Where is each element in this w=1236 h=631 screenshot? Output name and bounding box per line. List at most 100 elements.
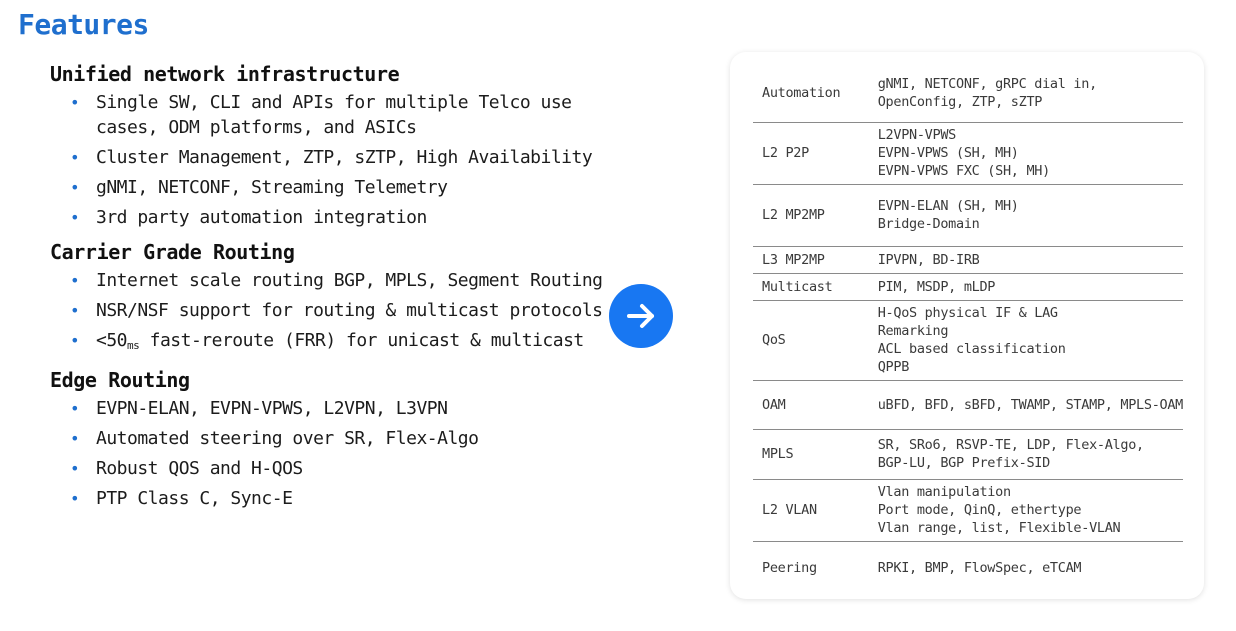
table-row: QoS H-QoS physical IF & LAG Remarking AC…	[753, 300, 1183, 381]
bullet-text: gNMI, NETCONF, Streaming Telemetry	[96, 177, 448, 198]
detail-line: Port mode, QinQ, ethertype	[877, 502, 1082, 518]
bullet-text-after: fast-reroute (FRR) for unicast & multica…	[139, 330, 585, 351]
table-row: L3 MP2MP IPVPN, BD-IRB	[753, 246, 1183, 274]
section-edge-routing: Edge Routing • EVPN-ELAN, EVPN-VPWS, L2VP…	[50, 368, 610, 511]
list-item: • 3rd party automation integration	[68, 205, 610, 230]
arrow-right-button[interactable]	[609, 284, 673, 348]
table-cell-detail: SR, SRo6, RSVP-TE, LDP, Flex-Algo, BGP-L…	[869, 429, 1183, 480]
table-cell-category: Multicast	[753, 273, 870, 301]
bullet-text: Internet scale routing BGP, MPLS, Segmen…	[96, 270, 603, 291]
list-item: • Internet scale routing BGP, MPLS, Segme…	[68, 268, 610, 293]
table-cell-detail: gNMI, NETCONF, gRPC dial in, OpenConfig,…	[869, 64, 1183, 123]
detail-line: Vlan range, list, Flexible-VLAN	[877, 520, 1121, 536]
section-carrier-grade-routing: Carrier Grade Routing • Internet scale ro…	[50, 240, 610, 358]
table-cell-category: L2 MP2MP	[753, 184, 870, 247]
bullet-icon: •	[70, 399, 80, 418]
detail-line: gNMI, NETCONF, gRPC dial in,	[877, 75, 1097, 92]
table-row: L2 MP2MP EVPN-ELAN (SH, MH) Bridge-Domai…	[753, 184, 1183, 247]
detail-line: H-QoS physical IF & LAG	[877, 305, 1058, 321]
detail-line: Bridge-Domain	[877, 216, 980, 232]
bullet-icon: •	[70, 301, 80, 320]
table-cell-detail: L2VPN-VPWS EVPN-VPWS (SH, MH) EVPN-VPWS …	[869, 122, 1183, 185]
table-row: L2 P2P L2VPN-VPWS EVPN-VPWS (SH, MH) EVP…	[753, 122, 1183, 185]
section-heading: Carrier Grade Routing	[50, 240, 295, 264]
table-cell-detail: Vlan manipulation Port mode, QinQ, ether…	[869, 479, 1183, 542]
detail-line: Vlan manipulation	[877, 484, 1011, 500]
table-cell-category: QoS	[753, 300, 870, 381]
bullet-icon: •	[70, 331, 80, 350]
list-item: • PTP Class C, Sync-E	[68, 486, 610, 511]
bullet-text: <50	[96, 330, 128, 351]
bullet-text: Automated steering over SR, Flex-Algo	[96, 428, 479, 449]
detail-line: Remarking	[877, 323, 949, 339]
bullet-icon: •	[70, 93, 80, 112]
detail-line: ACL based classification	[877, 341, 1066, 357]
bullet-icon: •	[70, 459, 80, 478]
section-heading: Edge Routing	[50, 368, 190, 392]
page-title: Features	[18, 8, 149, 41]
detail-line: RPKI, BMP, FlowSpec, eTCAM	[877, 560, 1082, 577]
table-cell-category: MPLS	[753, 429, 870, 480]
bullet-icon: •	[70, 178, 80, 197]
detail-line: EVPN-VPWS (SH, MH)	[877, 145, 1019, 161]
list-item: • Robust QOS and H-QOS	[68, 456, 610, 481]
detail-line: BGP-LU, BGP Prefix-SID	[877, 455, 1051, 471]
detail-line: EVPN-ELAN (SH, MH)	[877, 198, 1019, 214]
feature-table-card: Automation gNMI, NETCONF, gRPC dial in, …	[730, 52, 1204, 599]
detail-line: IPVPN, BD-IRB	[877, 251, 980, 268]
bullet-text: Cluster Management, ZTP, sZTP, High Avai…	[96, 147, 593, 168]
table-cell-category: L3 MP2MP	[753, 246, 870, 274]
bullet-icon: •	[70, 148, 80, 167]
bullet-text: 3rd party automation integration	[96, 207, 427, 228]
bullet-list: • Internet scale routing BGP, MPLS, Segme…	[50, 268, 610, 358]
bullet-icon: •	[70, 271, 80, 290]
detail-line: SR, SRo6, RSVP-TE, LDP, Flex-Algo,	[877, 437, 1144, 453]
bullet-text: EVPN-ELAN, EVPN-VPWS, L2VPN, L3VPN	[96, 398, 448, 419]
list-item: • EVPN-ELAN, EVPN-VPWS, L2VPN, L3VPN	[68, 396, 610, 421]
feature-table: Automation gNMI, NETCONF, gRPC dial in, …	[753, 64, 1183, 595]
table-row: Multicast PIM, MSDP, mLDP	[753, 273, 1183, 301]
table-cell-category: Automation	[753, 64, 870, 123]
arrow-right-icon	[627, 304, 654, 328]
detail-line: uBFD, BFD, sBFD, TWAMP, STAMP, MPLS-OAM	[877, 396, 1184, 413]
bullet-text: PTP Class C, Sync-E	[96, 488, 293, 509]
table-cell-category: L2 P2P	[753, 122, 870, 185]
bullet-text: Robust QOS and H-QOS	[96, 458, 303, 479]
list-item: • Automated steering over SR, Flex-Algo	[68, 426, 610, 451]
table-cell-category: OAM	[753, 380, 870, 430]
table-cell-category: Peering	[762, 560, 817, 577]
detail-line: OpenConfig, ZTP, sZTP	[877, 93, 1043, 110]
bullet-list: • EVPN-ELAN, EVPN-VPWS, L2VPN, L3VPN • Aut…	[50, 396, 610, 511]
bullet-subscript: ms	[127, 339, 140, 352]
detail-line: L2VPN-VPWS	[877, 127, 957, 143]
bullet-text: NSR/NSF support for routing & multicast …	[96, 300, 603, 321]
bullet-icon: •	[70, 429, 80, 448]
bullet-icon: •	[70, 208, 80, 227]
table-row: MPLS SR, SRo6, RSVP-TE, LDP, Flex-Algo, …	[753, 429, 1183, 480]
table-cell-detail: PIM, MSDP, mLDP	[869, 273, 1183, 301]
bullet-text: Single SW, CLI and APIs for multiple Tel…	[96, 92, 572, 138]
table-row: OAM uBFD, BFD, sBFD, TWAMP, STAMP, MPLS-…	[753, 380, 1184, 430]
list-item: • Single SW, CLI and APIs for multiple Te…	[68, 90, 610, 140]
table-row: Peering RPKI, BMP, FlowSpec, eTCAM	[753, 541, 1183, 595]
detail-line: PIM, MSDP, mLDP	[877, 278, 996, 295]
section-unified-network: Unified network infrastructure • Single S…	[50, 62, 610, 230]
bullet-list: • Single SW, CLI and APIs for multiple Te…	[50, 90, 610, 230]
table-cell-detail: H-QoS physical IF & LAG Remarking ACL ba…	[869, 300, 1183, 381]
table-row: L2 VLAN Vlan manipulation Port mode, Qin…	[753, 479, 1183, 542]
detail-line: QPPB	[877, 359, 910, 375]
section-heading: Unified network infrastructure	[50, 62, 400, 86]
table-row: Automation gNMI, NETCONF, gRPC dial in, …	[753, 64, 1183, 123]
bullet-icon: •	[70, 489, 80, 508]
table-cell-detail: RPKI, BMP, FlowSpec, eTCAM	[870, 541, 1183, 595]
table-cell-detail: uBFD, BFD, sBFD, TWAMP, STAMP, MPLS-OAM	[869, 380, 1184, 430]
feature-sections: Unified network infrastructure • Single S…	[50, 62, 610, 521]
table-cell-category: L2 VLAN	[753, 479, 870, 542]
list-item: • Cluster Management, ZTP, sZTP, High Ava…	[68, 145, 610, 170]
table-cell-detail: IPVPN, BD-IRB	[869, 246, 1183, 274]
list-item: • <50ms fast-reroute (FRR) for unicast & …	[68, 328, 610, 358]
detail-line: EVPN-VPWS FXC (SH, MH)	[877, 163, 1051, 179]
list-item: • gNMI, NETCONF, Streaming Telemetry	[68, 175, 610, 200]
table-cell-detail: EVPN-ELAN (SH, MH) Bridge-Domain	[869, 184, 1183, 247]
list-item: • NSR/NSF support for routing & multicast…	[68, 298, 610, 323]
